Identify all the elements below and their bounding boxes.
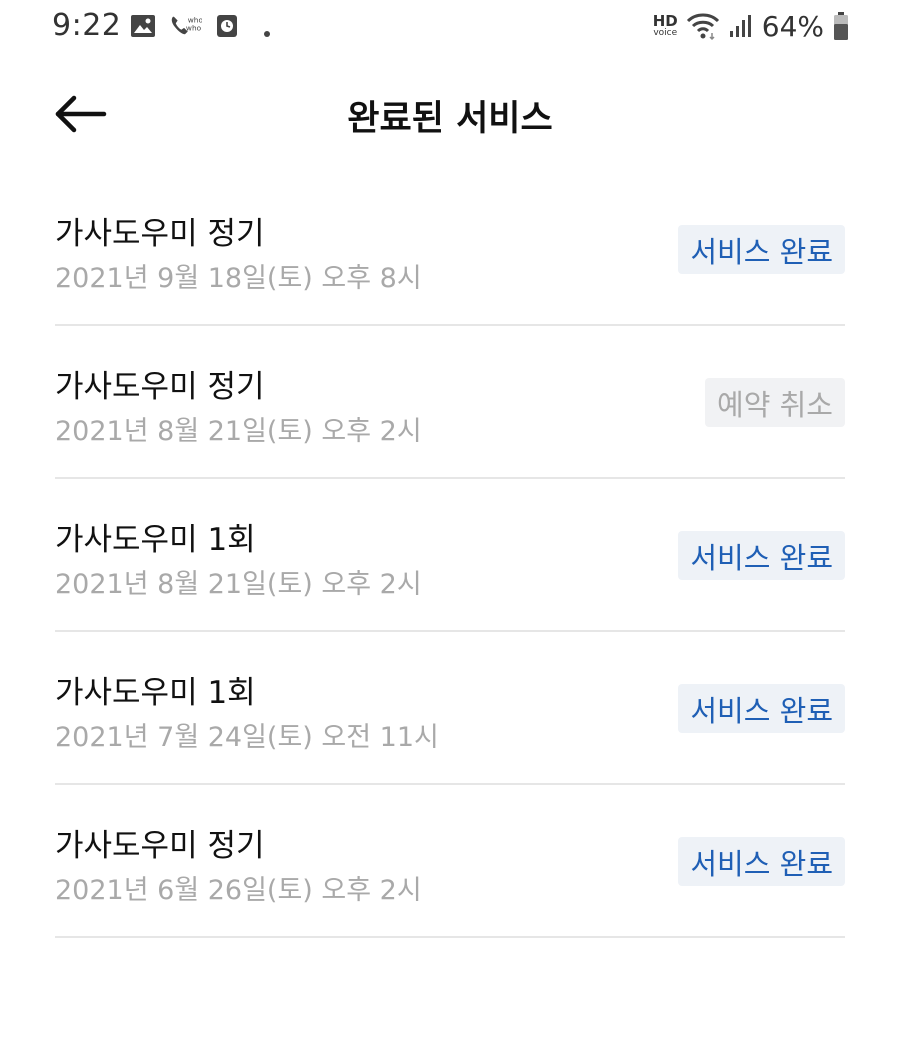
status-badge: 서비스 완료 [678,684,845,733]
gallery-icon [131,15,155,37]
hd-voice-icon: HD voice [653,14,678,38]
status-bar: 9:22 who who HD voice 64% [0,0,900,52]
app-header: 완료된 서비스 [0,70,900,160]
service-date: 2021년 8월 21일(토) 오후 2시 [55,569,422,600]
status-right-group: HD voice 64% [653,6,850,46]
wifi-icon [686,13,719,41]
service-list-item[interactable]: 가사도우미 정기 2021년 6월 26일(토) 오후 2시 서비스 완료 [55,785,845,938]
voice-label: voice [653,28,678,38]
status-badge: 예약 취소 [705,378,845,427]
service-list-item[interactable]: 가사도우미 정기 2021년 8월 21일(토) 오후 2시 예약 취소 [55,326,845,479]
service-title: 가사도우미 1회 [55,522,256,558]
status-badge: 서비스 완료 [678,531,845,580]
service-title: 가사도우미 1회 [55,675,256,711]
service-list: 가사도우미 정기 2021년 9월 18일(토) 오후 8시 서비스 완료 가사… [55,173,845,938]
service-title: 가사도우미 정기 [55,216,265,252]
service-date: 2021년 6월 26일(토) 오후 2시 [55,875,422,906]
signal-icon [729,15,751,37]
svg-text:who: who [186,24,202,33]
status-badge: 서비스 완료 [678,225,845,274]
whowho-call-icon: who who [171,15,202,35]
service-date: 2021년 8월 21일(토) 오후 2시 [55,416,422,447]
service-date: 2021년 7월 24일(토) 오전 11시 [55,722,439,753]
status-badge: 서비스 완료 [678,837,845,886]
notification-dot-icon [264,31,270,37]
clock-app-icon [217,15,237,37]
service-list-item[interactable]: 가사도우미 정기 2021년 9월 18일(토) 오후 8시 서비스 완료 [55,173,845,326]
battery-percent: 64% [761,9,824,43]
service-list-item[interactable]: 가사도우미 1회 2021년 7월 24일(토) 오전 11시 서비스 완료 [55,632,845,785]
status-time: 9:22 [52,8,122,43]
hd-label: HD [652,12,678,30]
service-title: 가사도우미 정기 [55,369,265,405]
page-title: 완료된 서비스 [347,99,553,139]
service-date: 2021년 9월 18일(토) 오후 8시 [55,263,422,294]
battery-icon [834,12,848,40]
service-title: 가사도우미 정기 [55,828,265,864]
service-list-item[interactable]: 가사도우미 1회 2021년 8월 21일(토) 오후 2시 서비스 완료 [55,479,845,632]
